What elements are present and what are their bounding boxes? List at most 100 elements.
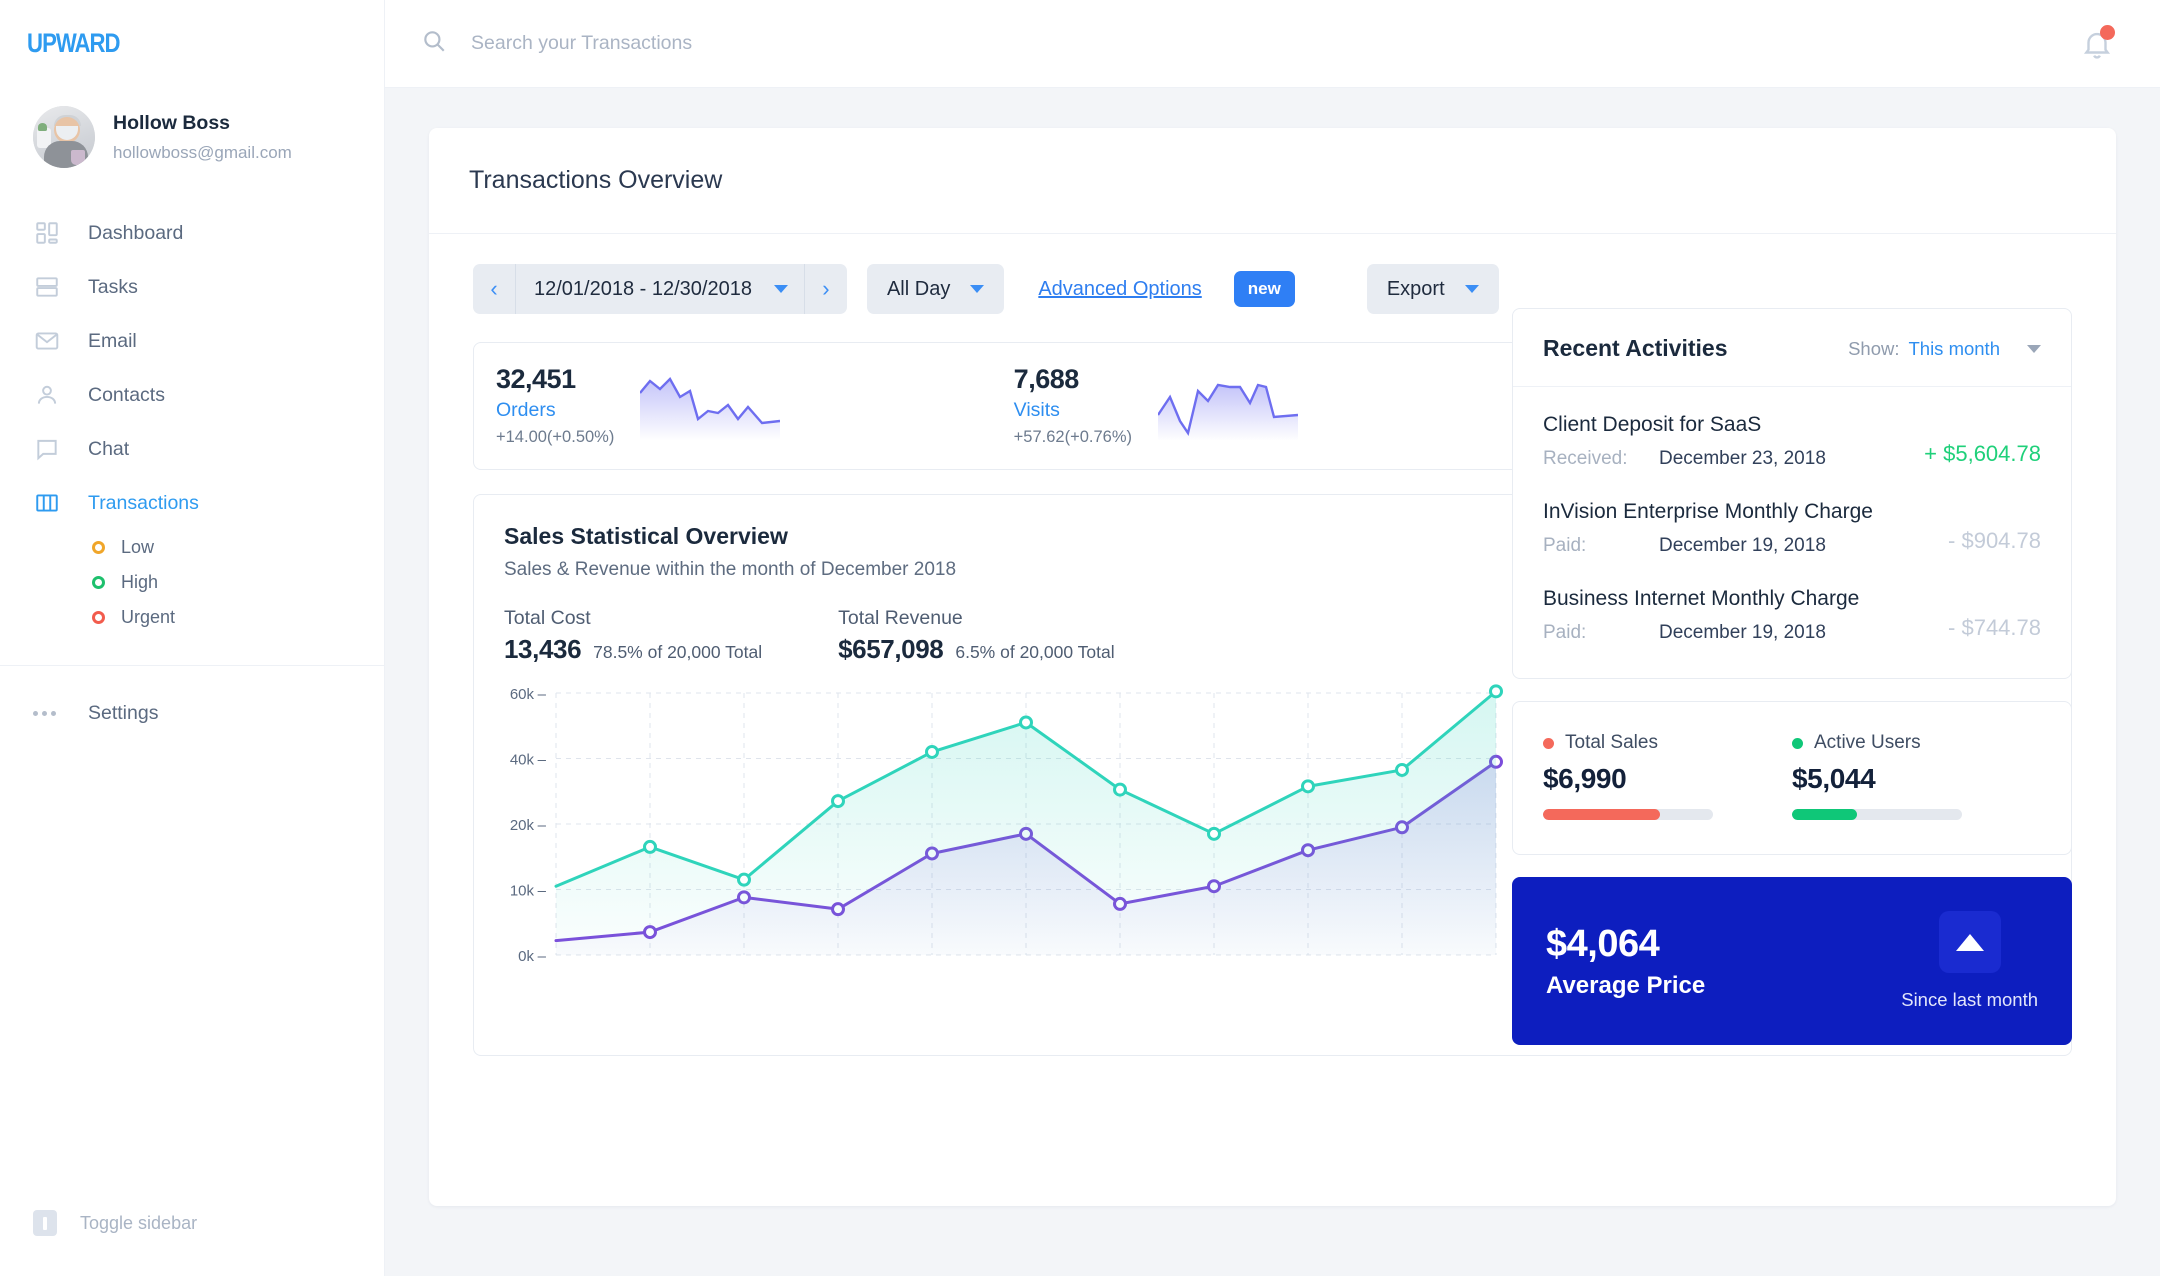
- notification-badge: [2100, 24, 2115, 40]
- status-dot-icon: [1543, 737, 1554, 749]
- kpi-label: Total Sales: [1565, 732, 1658, 753]
- kpi-progress-bar: [1543, 809, 1713, 820]
- kpi-card: Total Sales $6,990 Active Users $5,044: [1512, 701, 2072, 855]
- total-cost-note: 78.5% of 20,000 Total: [593, 642, 763, 662]
- person-icon: [33, 381, 61, 409]
- total-revenue-value: $657,098: [838, 634, 944, 664]
- sidebar-subitem-urgent[interactable]: Urgent: [0, 600, 384, 635]
- chevron-down-icon: [970, 285, 985, 293]
- sidebar-item-label: Contacts: [88, 383, 165, 406]
- sidebar-subitem-low[interactable]: Low: [0, 530, 384, 565]
- show-value: This month: [1908, 337, 2000, 359]
- sidebar-item-label: Transactions: [88, 491, 199, 514]
- avatar: [33, 106, 95, 168]
- next-period-icon[interactable]: ›: [805, 264, 847, 314]
- sidebar-item-dashboard[interactable]: Dashboard: [0, 206, 384, 260]
- kpi-progress-bar: [1792, 809, 1962, 820]
- rows-icon: [33, 273, 61, 301]
- svg-text:0k: 0k: [518, 948, 534, 965]
- stat-delta: +14.00(+0.50%): [496, 427, 615, 446]
- sparkline-orders: [640, 377, 781, 441]
- profile-email: hollowboss@gmail.com: [113, 142, 292, 162]
- filters-toolbar: ‹ 12/01/2018 - 12/30/2018 › All Day Adva…: [429, 234, 2116, 314]
- show-label: Show:: [1848, 337, 1900, 359]
- sidebar-item-chat[interactable]: Chat: [0, 422, 384, 476]
- columns-icon: [33, 489, 61, 517]
- activity-amount: + $5,604.78: [1924, 441, 2041, 466]
- time-filter-select[interactable]: All Day: [866, 264, 1005, 314]
- grid-icon: [33, 219, 61, 247]
- sidebar-item-email[interactable]: Email: [0, 314, 384, 368]
- svg-text:10k: 10k: [510, 883, 535, 900]
- toggle-sidebar-label: Toggle sidebar: [80, 1212, 198, 1233]
- search-icon: [421, 28, 447, 59]
- activity-item[interactable]: Client Deposit for SaaS Received: Decemb…: [1543, 413, 2041, 470]
- sparkline-visits: [1158, 383, 1299, 441]
- activity-date: December 23, 2018: [1659, 448, 1826, 469]
- chat-bubble-icon: [33, 435, 61, 463]
- prev-period-icon[interactable]: ‹: [473, 264, 515, 314]
- priority-dot-urgent-icon: [92, 611, 105, 624]
- settings-label: Settings: [88, 702, 159, 724]
- search-input[interactable]: [471, 32, 891, 55]
- total-revenue-label: Total Revenue: [838, 607, 963, 629]
- status-dot-icon: [1792, 737, 1803, 749]
- svg-text:–: –: [538, 752, 547, 769]
- chart-svg: 0k –10k –20k –40k –60k –: [510, 684, 1503, 965]
- right-rail: Recent Activities Show: This month Clien…: [1512, 308, 2072, 1045]
- recent-activities-filter[interactable]: Show: This month: [1848, 338, 2041, 360]
- trend-up-button[interactable]: [1938, 911, 2001, 973]
- sidebar-item-label: Tasks: [88, 275, 138, 298]
- date-range-select[interactable]: 12/01/2018 - 12/30/2018: [515, 264, 805, 314]
- activity-amount: - $904.78: [1948, 528, 2041, 553]
- stat-value: 32,451: [496, 363, 576, 394]
- activity-amount: - $744.78: [1948, 615, 2041, 640]
- total-revenue: Total Revenue $657,098 6.5% of 20,000 To…: [838, 607, 1115, 665]
- sidebar-subitem-high[interactable]: High: [0, 565, 384, 600]
- stat-label: Orders: [496, 399, 556, 422]
- stat-value: 7,688: [1013, 363, 1080, 394]
- sales-card-subtitle: Sales & Revenue within the month of Dece…: [504, 559, 957, 580]
- chevron-down-icon: [2027, 344, 2041, 353]
- kpi-total-sales: Total Sales $6,990: [1543, 732, 1792, 820]
- sidebar-item-tasks[interactable]: Tasks: [0, 260, 384, 314]
- svg-text:–: –: [538, 686, 547, 703]
- average-price-value: $4,064: [1546, 922, 1660, 965]
- date-range-control[interactable]: ‹ 12/01/2018 - 12/30/2018 ›: [473, 264, 847, 314]
- activity-name: Business Internet Monthly Charge: [1543, 587, 1860, 610]
- date-range-value: 12/01/2018 - 12/30/2018: [534, 277, 752, 300]
- kpi-value: $5,044: [1792, 763, 1876, 794]
- stat-label: Visits: [1013, 399, 1060, 422]
- topbar: [385, 0, 2160, 88]
- activity-item[interactable]: InVision Enterprise Monthly Charge Paid:…: [1543, 500, 2041, 557]
- export-button[interactable]: Export: [1366, 264, 1499, 314]
- sidebar-item-transactions[interactable]: Transactions: [0, 476, 384, 530]
- total-revenue-note: 6.5% of 20,000 Total: [955, 642, 1115, 662]
- profile-name: Hollow Boss: [113, 111, 231, 134]
- advanced-options-link[interactable]: Advanced Options: [1038, 278, 1201, 301]
- sidebar-item-label: Email: [88, 329, 137, 352]
- sidebar-item-contacts[interactable]: Contacts: [0, 368, 384, 422]
- new-badge: new: [1233, 271, 1295, 307]
- sidebar-item-label: Chat: [88, 437, 130, 460]
- toggle-sidebar-button[interactable]: Toggle sidebar: [33, 1210, 197, 1236]
- stat-orders: 32,451 Orders +14.00(+0.50%): [496, 363, 1014, 450]
- chevron-down-icon: [773, 285, 788, 293]
- activity-date: December 19, 2018: [1659, 622, 1826, 643]
- sidebar-nav: Dashboard Tasks Email Contacts Chat Tran…: [0, 206, 384, 635]
- sidebar: UPWARD Hollow Boss hollowboss@gmail.com …: [0, 0, 385, 1276]
- notifications-button[interactable]: [2080, 24, 2115, 61]
- activity-date: December 19, 2018: [1659, 535, 1826, 556]
- average-price-card: $4,064 Average Price Since last month: [1512, 877, 2072, 1045]
- app-logo[interactable]: UPWARD: [0, 0, 315, 59]
- search-box[interactable]: [421, 28, 2080, 59]
- activity-item[interactable]: Business Internet Monthly Charge Paid: D…: [1543, 587, 2041, 644]
- total-cost: Total Cost 13,436 78.5% of 20,000 Total: [504, 607, 762, 665]
- profile-block[interactable]: Hollow Boss hollowboss@gmail.com: [0, 59, 384, 168]
- sidebar-subitem-label: High: [121, 572, 159, 592]
- total-cost-label: Total Cost: [504, 607, 591, 629]
- ellipsis-icon: [33, 711, 61, 716]
- average-price-since: Since last month: [1901, 989, 2038, 1010]
- sidebar-item-settings[interactable]: Settings: [0, 666, 384, 725]
- sidebar-item-label: Dashboard: [88, 221, 184, 244]
